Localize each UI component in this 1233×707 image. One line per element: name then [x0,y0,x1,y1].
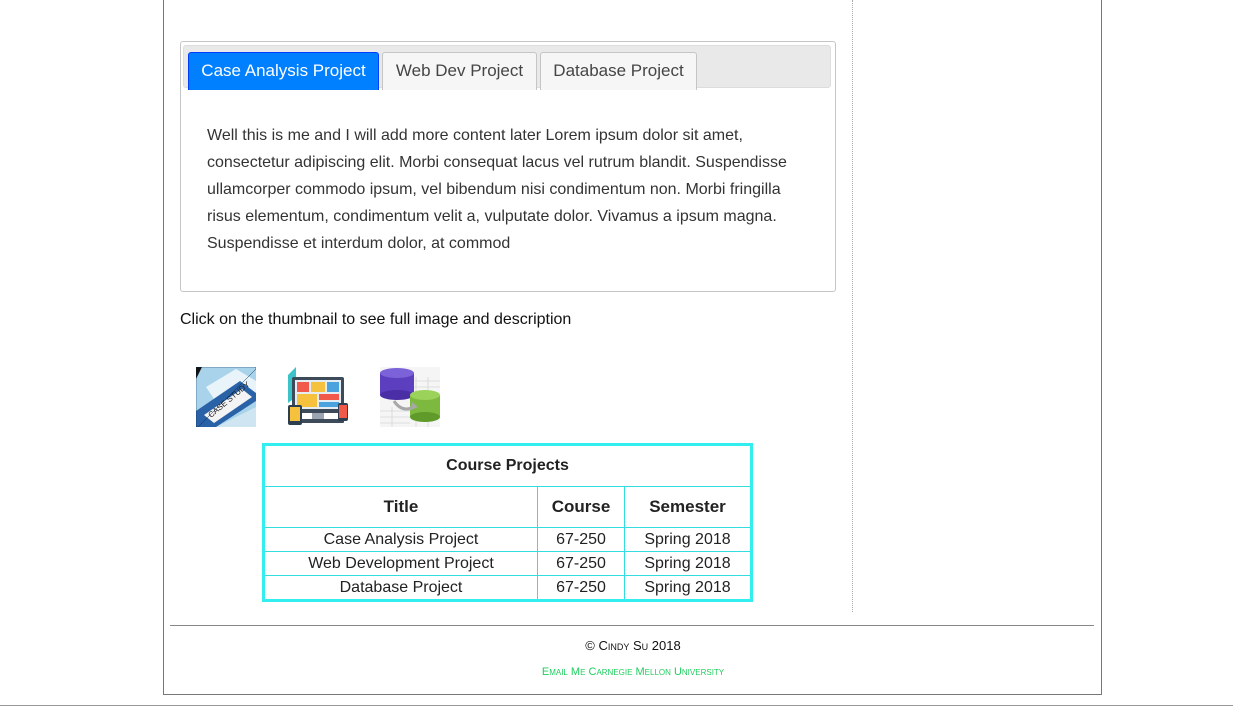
column-header-title: Title [263,486,538,528]
course-projects-table: Course Projects Title Course Semester Ca… [262,443,753,602]
case-study-image: CASE STUDY [196,367,256,427]
cell-title: Database Project [263,575,538,601]
database-thumbnail[interactable] [380,367,440,427]
project-tabs: Case Analysis Project Web Dev Project Da… [180,41,836,292]
copyright-text: © Cindy Su 2018 [585,638,681,653]
cell-course: 67-250 [537,527,625,552]
cell-semester: Spring 2018 [624,575,752,601]
footer-links: Email Me Carnegie Mellon University [0,666,1233,678]
cell-course: 67-250 [537,575,625,601]
column-header-semester: Semester [624,486,752,528]
column-header-course: Course [537,486,625,528]
cell-semester: Spring 2018 [624,527,752,552]
table-caption: Course Projects [263,444,752,487]
case-study-thumbnail[interactable]: CASE STUDY [196,367,256,427]
tab-bar: Case Analysis Project Web Dev Project Da… [183,45,831,90]
tab-case-analysis-project[interactable]: Case Analysis Project [188,52,379,90]
table-row: Database Project 67-250 Spring 2018 [263,575,752,601]
tab-web-dev-project[interactable]: Web Dev Project [382,52,537,90]
table-row: Case Analysis Project 67-250 Spring 2018 [263,527,752,552]
cell-title: Case Analysis Project [263,527,538,552]
table-row: Web Development Project 67-250 Spring 20… [263,551,752,576]
tab-panel-content: Well this is me and I will add more cont… [207,127,787,252]
thumbnail-instructions: Click on the thumbnail to see full image… [180,311,572,328]
web-dev-image [288,367,348,427]
email-me-link[interactable]: Email Me [542,666,586,678]
footer-divider [170,625,1094,626]
database-image [380,367,440,427]
web-dev-thumbnail[interactable] [288,367,348,427]
cell-course: 67-250 [537,551,625,576]
university-link[interactable]: Carnegie Mellon University [589,666,725,678]
cell-title: Web Development Project [263,551,538,576]
tab-database-project[interactable]: Database Project [540,52,697,90]
cell-semester: Spring 2018 [624,551,752,576]
column-divider [852,0,853,612]
page-bottom-border [0,705,1233,706]
